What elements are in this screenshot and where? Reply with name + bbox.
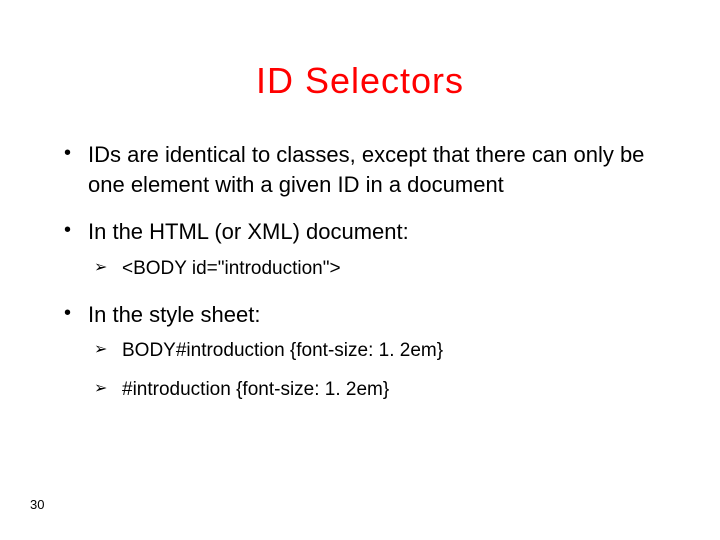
sub-item: #introduction {font-size: 1. 2em} [94,378,660,403]
bullet-item: In the HTML (or XML) document: <BODY id=… [60,217,660,281]
slide-title: ID Selectors [60,60,660,102]
page-number: 30 [30,497,44,512]
slide: ID Selectors IDs are identical to classe… [0,0,720,540]
sub-text: <BODY id="introduction"> [122,258,341,279]
sub-item: BODY#introduction {font-size: 1. 2em} [94,339,660,364]
bullet-text: In the HTML (or XML) document: [88,219,409,244]
bullet-text: In the style sheet: [88,302,260,327]
bullet-item: IDs are identical to classes, except tha… [60,140,660,199]
bullet-text: IDs are identical to classes, except tha… [88,142,644,197]
sub-text: BODY#introduction {font-size: 1. 2em} [122,340,443,361]
sub-item: <BODY id="introduction"> [94,257,660,282]
sub-text: #introduction {font-size: 1. 2em} [122,379,389,400]
bullet-item: In the style sheet: BODY#introduction {f… [60,300,660,403]
sub-list: <BODY id="introduction"> [88,257,660,282]
bullet-list: IDs are identical to classes, except tha… [60,140,660,403]
sub-list: BODY#introduction {font-size: 1. 2em} #i… [88,339,660,402]
